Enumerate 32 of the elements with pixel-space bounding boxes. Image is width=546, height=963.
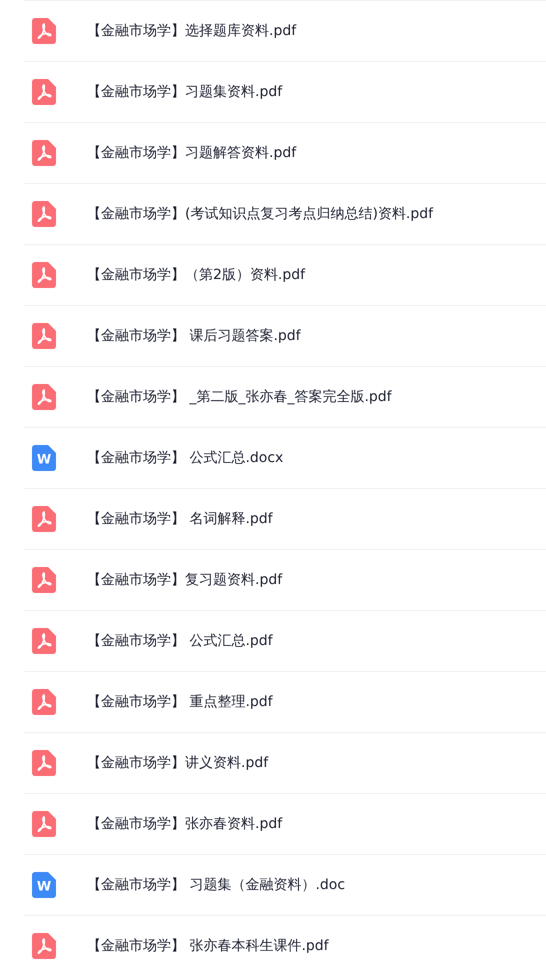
file-name[interactable]: 【金融市场学】复习题资料.pdf <box>87 571 282 589</box>
pdf-file-icon <box>32 689 56 715</box>
file-name[interactable]: 【金融市场学】习题集资料.pdf <box>87 83 282 101</box>
file-name[interactable]: 【金融市场学】 公式汇总.docx <box>87 449 284 467</box>
file-name[interactable]: 【金融市场学】 习题集（金融资料）.doc <box>87 876 346 894</box>
pdf-file-icon <box>32 79 56 105</box>
pdf-file-icon <box>32 811 56 837</box>
word-file-icon: W <box>32 872 56 898</box>
file-name[interactable]: 【金融市场学】 _第二版_张亦春_答案完全版.pdf <box>87 388 392 406</box>
pdf-file-icon <box>32 628 56 654</box>
file-name[interactable]: 【金融市场学】 重点整理.pdf <box>87 693 273 711</box>
file-name[interactable]: 【金融市场学】（第2版）资料.pdf <box>87 266 306 284</box>
file-name[interactable]: 【金融市场学】选择题库资料.pdf <box>87 22 296 40</box>
pdf-file-icon <box>32 201 56 227</box>
pdf-file-icon <box>32 933 56 959</box>
file-name[interactable]: 【金融市场学】(考试知识点复习考点归纳总结)资料.pdf <box>87 205 434 223</box>
pdf-file-icon <box>32 384 56 410</box>
file-name[interactable]: 【金融市场学】 名词解释.pdf <box>87 510 273 528</box>
pdf-file-icon <box>32 506 56 532</box>
pdf-file-icon <box>32 567 56 593</box>
pdf-file-icon <box>32 323 56 349</box>
file-name[interactable]: 【金融市场学】张亦春资料.pdf <box>87 815 282 833</box>
word-file-icon: W <box>32 445 56 471</box>
file-name[interactable]: 【金融市场学】 课后习题答案.pdf <box>87 327 301 345</box>
pdf-file-icon <box>32 140 56 166</box>
file-name[interactable]: 【金融市场学】 公式汇总.pdf <box>87 632 273 650</box>
file-name[interactable]: 【金融市场学】 张亦春本科生课件.pdf <box>87 937 329 955</box>
pdf-file-icon <box>32 750 56 776</box>
file-name[interactable]: 【金融市场学】讲义资料.pdf <box>87 754 268 772</box>
file-name[interactable]: 【金融市场学】习题解答资料.pdf <box>87 144 296 162</box>
pdf-file-icon <box>32 262 56 288</box>
pdf-file-icon <box>32 18 56 44</box>
